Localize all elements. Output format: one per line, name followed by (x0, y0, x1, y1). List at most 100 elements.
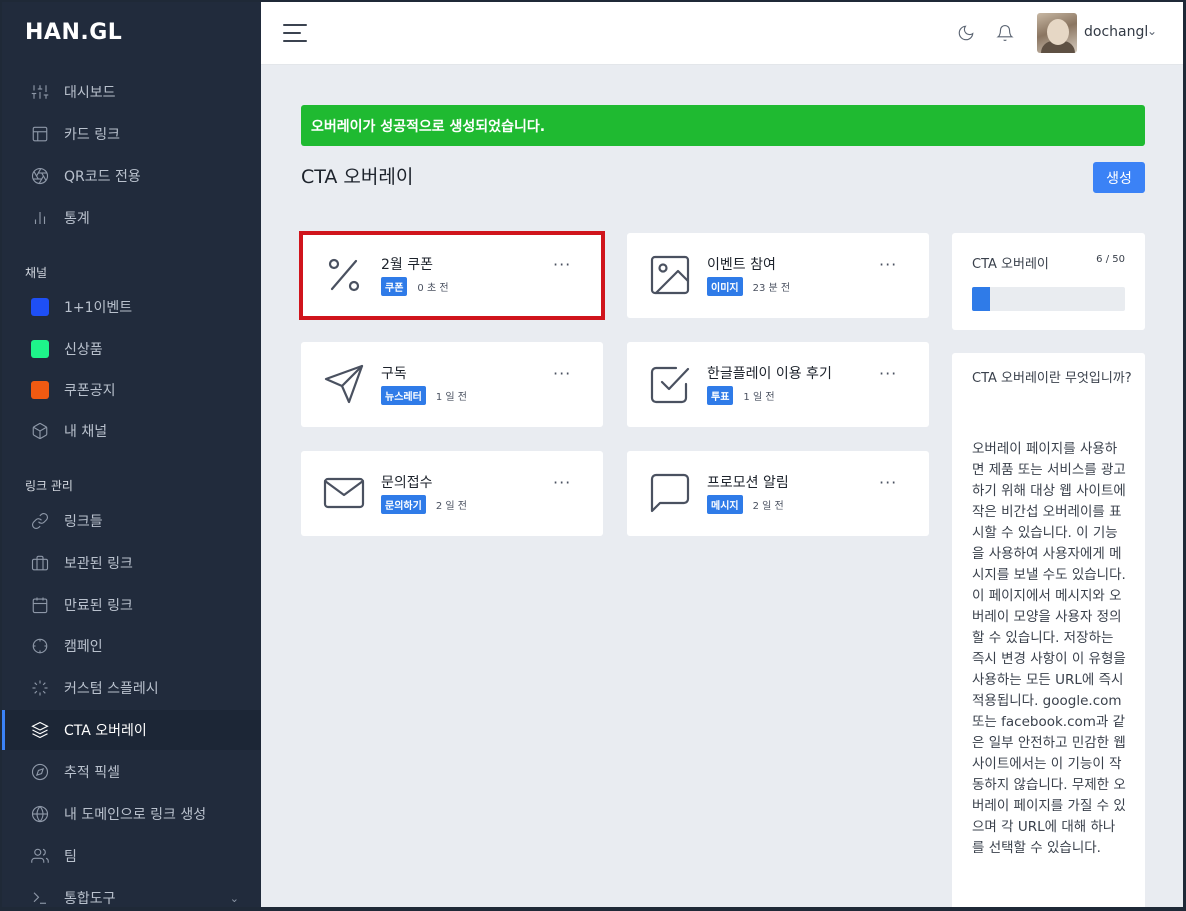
message-square-icon (648, 471, 692, 515)
sidebar-item-card-link[interactable]: 카드 링크 (2, 114, 261, 154)
box-icon (30, 421, 50, 441)
overlay-card[interactable]: 프로모션 알림 메시지 2 일 전 ··· (627, 451, 929, 536)
sidebar-item-archived[interactable]: 보관된 링크 (2, 543, 261, 583)
sidebar-item-channel-2[interactable]: 신상품 (2, 329, 261, 369)
sidebar-item-label: 팀 (64, 849, 77, 865)
card-time: 1 일 전 (435, 392, 467, 403)
sidebar-item-domain[interactable]: 내 도메인으로 링크 생성 (2, 794, 261, 834)
usage-box: CTA 오버레이 6 / 50 (952, 233, 1145, 330)
briefcase-icon (30, 553, 50, 573)
sidebar-item-integrations[interactable]: 통합도구 ⌄ (2, 878, 261, 907)
sidebar-item-label: 대시보드 (64, 85, 116, 101)
card-time: 1 일 전 (743, 392, 775, 403)
overlay-card[interactable]: 문의접수 문의하기 2 일 전 ··· (301, 451, 603, 536)
create-button[interactable]: 생성 (1093, 162, 1145, 193)
card-title: 프로모션 알림 (707, 475, 789, 491)
sidebar-item-label: 통합도구 (64, 891, 116, 907)
bar-chart-icon (30, 208, 50, 228)
menu-toggle-button[interactable] (283, 24, 307, 42)
send-icon (322, 362, 366, 406)
sidebar-item-qr[interactable]: QR코드 전용 (2, 156, 261, 196)
more-options-button[interactable]: ··· (553, 473, 571, 492)
calendar-icon (30, 595, 50, 615)
overlay-card[interactable]: 구독 뉴스레터 1 일 전 ··· (301, 342, 603, 427)
card-title: 구독 (381, 366, 407, 382)
avatar[interactable] (1037, 13, 1077, 53)
type-badge: 이미지 (707, 277, 743, 296)
sidebar-item-label: 추적 픽셀 (64, 765, 120, 781)
aperture-icon (30, 166, 50, 186)
sidebar-item-label: QR코드 전용 (64, 169, 141, 185)
card-title: 이벤트 참여 (707, 257, 776, 273)
terminal-icon (30, 888, 50, 907)
channel-color-swatch (30, 380, 50, 400)
chevron-down-icon[interactable]: ⌄ (1147, 24, 1157, 38)
info-question: CTA 오버레이란 무엇입니까? (972, 371, 1132, 386)
app-window: HAN.GL 대시보드 카드 링크 QR코드 전용 통계 채널 1+1이벤트 신… (2, 2, 1183, 907)
sidebar-item-dashboard[interactable]: 대시보드 (2, 72, 261, 112)
more-options-button[interactable]: ··· (879, 364, 897, 383)
logo[interactable]: HAN.GL (25, 20, 122, 45)
sidebar-item-label: 내 도메인으로 링크 생성 (64, 807, 207, 823)
globe-icon (30, 804, 50, 824)
sidebar: HAN.GL 대시보드 카드 링크 QR코드 전용 통계 채널 1+1이벤트 신… (2, 2, 261, 907)
users-icon (30, 846, 50, 866)
selection-highlight (299, 231, 605, 320)
sidebar-item-expired[interactable]: 만료된 링크 (2, 585, 261, 625)
sidebar-item-label: CTA 오버레이 (64, 723, 147, 739)
sidebar-item-campaign[interactable]: 캠페인 (2, 626, 261, 666)
crosshair-icon (30, 636, 50, 656)
more-options-button[interactable]: ··· (879, 473, 897, 492)
more-options-button[interactable]: ··· (879, 255, 897, 274)
sidebar-item-label: 보관된 링크 (64, 556, 133, 572)
sidebar-item-splash[interactable]: 커스텀 스플레시 (2, 668, 261, 708)
username[interactable]: dochangl (1084, 24, 1148, 40)
type-badge: 뉴스레터 (381, 386, 426, 405)
card-time: 2 일 전 (752, 501, 784, 512)
sidebar-item-links[interactable]: 링크들 (2, 501, 261, 541)
usage-title: CTA 오버레이 (972, 257, 1049, 272)
chevron-down-icon: ⌄ (229, 891, 239, 905)
sliders-icon (30, 82, 50, 102)
sidebar-item-label: 내 채널 (64, 424, 108, 440)
overlay-card[interactable]: 이벤트 참여 이미지 23 분 전 ··· (627, 233, 929, 318)
link-icon (30, 511, 50, 531)
sidebar-item-my-channel[interactable]: 내 채널 (2, 411, 261, 451)
sidebar-item-channel-3[interactable]: 쿠폰공지 (2, 370, 261, 410)
layers-icon (30, 720, 50, 740)
check-square-icon (648, 362, 692, 406)
usage-progress-bar (972, 287, 1125, 311)
section-label-links: 링크 관리 (25, 479, 73, 493)
compass-icon (30, 762, 50, 782)
sidebar-item-channel-1[interactable]: 1+1이벤트 (2, 287, 261, 327)
mail-icon (322, 471, 366, 515)
sidebar-item-team[interactable]: 팀 (2, 836, 261, 876)
section-label-channels: 채널 (25, 266, 48, 280)
page-title: CTA 오버레이 (301, 166, 414, 188)
sidebar-item-label: 만료된 링크 (64, 598, 133, 614)
info-answer: 오버레이 페이지를 사용하면 제품 또는 서비스를 광고하기 위해 대상 웹 사… (972, 441, 1126, 856)
sidebar-item-label: 커스텀 스플레시 (64, 681, 159, 697)
sidebar-item-cta-overlay[interactable]: CTA 오버레이 (2, 710, 261, 750)
info-box: CTA 오버레이란 무엇입니까? 오버레이 페이지를 사용하면 제품 또는 서비… (952, 353, 1145, 907)
sidebar-item-pixel[interactable]: 추적 픽셀 (2, 752, 261, 792)
image-icon (648, 253, 692, 297)
sidebar-item-label: 캠페인 (64, 639, 103, 655)
bell-icon[interactable] (996, 24, 1016, 44)
sidebar-item-stats[interactable]: 통계 (2, 198, 261, 238)
sidebar-item-label: 통계 (64, 211, 90, 227)
sidebar-item-label: 쿠폰공지 (64, 383, 116, 399)
sidebar-item-label: 카드 링크 (64, 127, 120, 143)
moon-icon[interactable] (957, 24, 977, 44)
layout-icon (30, 124, 50, 144)
more-options-button[interactable]: ··· (553, 364, 571, 383)
sidebar-item-label: 1+1이벤트 (64, 300, 133, 316)
sidebar-item-label: 신상품 (64, 342, 103, 358)
channel-color-swatch (30, 339, 50, 359)
channel-color-swatch (30, 297, 50, 317)
usage-progress-fill (972, 287, 991, 311)
card-title: 문의접수 (381, 475, 433, 491)
topbar: dochangl ⌄ (261, 2, 1183, 65)
type-badge: 문의하기 (381, 495, 426, 514)
overlay-card[interactable]: 한글플레이 이용 후기 투표 1 일 전 ··· (627, 342, 929, 427)
